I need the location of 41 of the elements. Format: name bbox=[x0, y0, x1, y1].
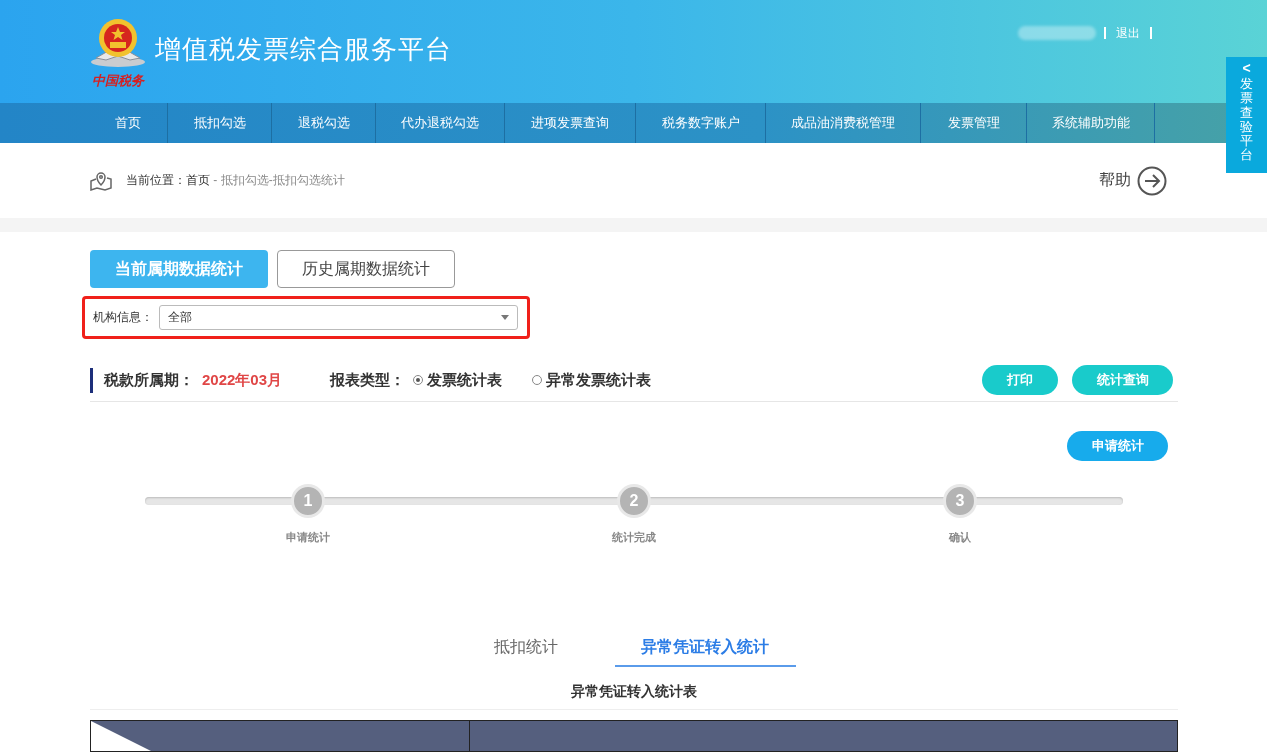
table-title: 异常凭证转入统计表 bbox=[90, 683, 1178, 710]
logout-link[interactable]: 退出 bbox=[1104, 27, 1152, 39]
query-button[interactable]: 统计查询 bbox=[1072, 365, 1173, 395]
report-type-label: 报表类型： bbox=[330, 370, 406, 390]
diagonal-header-cell bbox=[91, 721, 151, 751]
step-number: 3 bbox=[943, 484, 977, 518]
verify-platform-tab[interactable]: < 发票查验平台 bbox=[1226, 57, 1267, 173]
radio-option[interactable]: 发票统计表 bbox=[413, 370, 503, 390]
nav-item[interactable]: 发票管理 bbox=[921, 103, 1027, 143]
step-number: 2 bbox=[617, 484, 651, 518]
nav-item[interactable]: 退税勾选 bbox=[272, 103, 376, 143]
org-select[interactable]: 全部 bbox=[159, 305, 518, 330]
step-number: 1 bbox=[291, 484, 325, 518]
field-label: 机构信息： bbox=[93, 309, 153, 326]
period-value: 2022年03月 bbox=[202, 370, 283, 390]
apply-button[interactable]: 申请统计 bbox=[1067, 431, 1168, 461]
period-tab[interactable]: 当前属期数据统计 bbox=[90, 250, 268, 288]
app-title: 增值税发票综合服务平台 bbox=[155, 33, 452, 66]
print-button[interactable]: 打印 bbox=[982, 365, 1058, 395]
step-label: 统计完成 bbox=[612, 530, 656, 545]
nav-item[interactable]: 成品油消费税管理 bbox=[766, 103, 921, 143]
stats-tab[interactable]: 抵扣统计 bbox=[493, 637, 558, 667]
map-pin-icon bbox=[90, 170, 112, 191]
nav-item[interactable]: 税务数字账户 bbox=[636, 103, 766, 143]
help-button[interactable]: 帮助 bbox=[1099, 165, 1167, 196]
radio-option[interactable]: 异常发票统计表 bbox=[532, 370, 652, 390]
nav-item[interactable]: 系统辅助功能 bbox=[1027, 103, 1155, 143]
caret-icon bbox=[501, 315, 509, 320]
period-tab[interactable]: 历史属期数据统计 bbox=[277, 250, 455, 288]
nav-item[interactable]: 首页 bbox=[88, 103, 168, 143]
step-label: 申请统计 bbox=[286, 530, 330, 545]
emblem-caption: 中国税务 bbox=[92, 73, 144, 88]
arrow-right-icon bbox=[1137, 165, 1167, 196]
step-label: 确认 bbox=[949, 530, 971, 545]
stats-tab[interactable]: 异常凭证转入统计 bbox=[614, 637, 796, 667]
nav-item[interactable]: 进项发票查询 bbox=[505, 103, 636, 143]
period-label: 税款所属期： bbox=[104, 370, 194, 390]
nav-item[interactable]: 抵扣勾选 bbox=[168, 103, 272, 143]
breadcrumb-text: 当前位置：首页 - 抵扣勾选-抵扣勾选统计 bbox=[126, 172, 345, 189]
nav-item[interactable]: 代办退税勾选 bbox=[376, 103, 505, 143]
accent-bar bbox=[90, 367, 93, 393]
